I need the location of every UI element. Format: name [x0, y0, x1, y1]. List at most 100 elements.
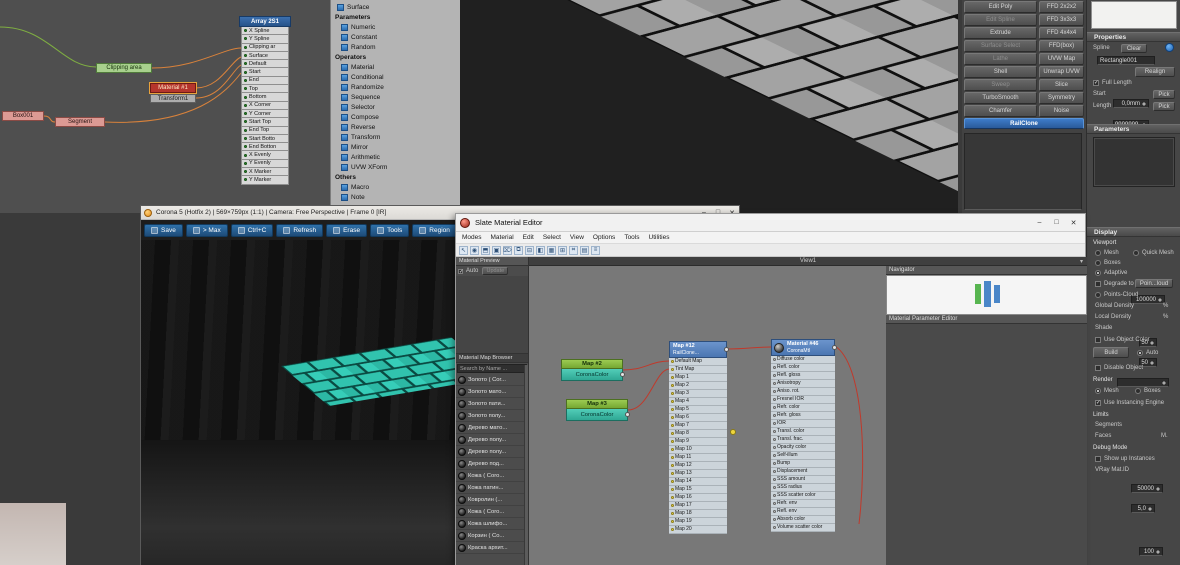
input-socket-icon[interactable] — [670, 439, 674, 443]
start-field[interactable]: 0,0mm — [1113, 99, 1149, 108]
slate-toolbar-icon[interactable]: ◧ — [536, 245, 545, 255]
map-slot[interactable]: Map 6 — [669, 413, 727, 422]
array-input-slot[interactable]: Y Corner — [241, 109, 289, 119]
palette-group-operators[interactable]: Operators — [331, 52, 460, 62]
corona-toolbar-button[interactable]: > Max — [185, 223, 228, 237]
map-slot[interactable]: Map 12 — [669, 461, 727, 470]
quick-mesh-radio[interactable]: Quick Mesh — [1133, 249, 1174, 257]
use-object-color-checkbox[interactable]: Use Object Color — [1095, 336, 1150, 344]
palette-item-surface[interactable]: Surface — [331, 2, 460, 12]
corona-toolbar-button[interactable]: Ctrl+C — [230, 223, 274, 237]
input-socket-icon[interactable] — [670, 431, 674, 435]
map-slot[interactable]: Map 14 — [669, 477, 727, 486]
material-list-item[interactable]: Корзин ( Co... — [456, 530, 528, 542]
slate-toolbar-icon[interactable]: ↖ — [459, 245, 468, 255]
socket-icon[interactable] — [244, 62, 247, 66]
map-slot[interactable]: Map 18 — [669, 509, 727, 518]
material-slot[interactable]: Refl. color — [771, 363, 835, 372]
vray-matid-field[interactable]: 100 — [1139, 547, 1163, 556]
spinner-icon[interactable] — [1155, 485, 1161, 492]
material-slot[interactable]: Aniso. rot. — [771, 387, 835, 396]
palette-item[interactable]: Mirror — [331, 142, 460, 152]
material-slot[interactable]: IOR — [771, 419, 835, 428]
map3-node-header[interactable]: Map #3 — [566, 399, 628, 409]
socket-icon[interactable] — [244, 37, 247, 41]
material-node[interactable]: Material #1 — [149, 82, 197, 94]
palette-item[interactable]: Transform — [331, 132, 460, 142]
palette-group-parameters[interactable]: Parameters — [331, 12, 460, 22]
rollout-listbox[interactable] — [1091, 1, 1177, 29]
input-socket-icon[interactable] — [772, 437, 776, 441]
modifier-button[interactable]: Noise — [1039, 105, 1084, 117]
segments-field[interactable]: 50000 — [1131, 484, 1163, 493]
material-list-item[interactable]: Дерево мато... — [456, 422, 528, 434]
slate-toolbar-icon[interactable]: ⬒ — [481, 245, 490, 255]
map-slot[interactable]: Map 9 — [669, 437, 727, 446]
socket-icon[interactable] — [244, 153, 247, 157]
socket-icon[interactable] — [244, 178, 247, 182]
input-socket-icon[interactable] — [670, 511, 674, 515]
palette-item[interactable]: Numeric — [331, 22, 460, 32]
browser-scrollbar[interactable] — [524, 365, 528, 565]
array-input-slot[interactable]: Y Marker — [241, 176, 289, 185]
box-node[interactable]: Box001 — [2, 111, 44, 121]
modifier-button[interactable]: Edit Poly — [964, 1, 1037, 13]
socket-icon[interactable] — [244, 128, 247, 132]
slate-titlebar[interactable]: Slate Material Editor – □ ✕ — [456, 214, 1085, 232]
railclone-node-header[interactable]: Map #12 RailClone... — [669, 341, 729, 358]
minimize-button[interactable]: – — [1031, 217, 1048, 228]
material-list-item[interactable]: Золото полу... — [456, 410, 528, 422]
spline-picker-icon[interactable] — [1165, 43, 1174, 52]
material-slot[interactable]: SSS radius — [771, 483, 835, 492]
slate-toolbar-icon[interactable]: ⊞ — [558, 245, 567, 255]
material-slot[interactable]: Refr. gloss — [771, 411, 835, 420]
input-socket-icon[interactable] — [670, 527, 674, 531]
socket-icon[interactable] — [244, 45, 247, 49]
palette-item[interactable]: Material — [331, 62, 460, 72]
material-list-item[interactable]: Дерево полу... — [456, 434, 528, 446]
modifier-button[interactable]: TurboSmooth — [964, 92, 1037, 104]
input-socket-icon[interactable] — [670, 415, 674, 419]
map-slot[interactable]: Map 2 — [669, 381, 727, 390]
palette-item[interactable]: Compose — [331, 112, 460, 122]
corona-toolbar-button[interactable]: Refresh — [276, 223, 324, 237]
input-socket-icon[interactable] — [670, 455, 674, 459]
material-parameter-editor-header[interactable]: Material Parameter Editor — [886, 315, 1087, 324]
spinner-icon[interactable] — [1155, 548, 1161, 555]
properties-rollout-header[interactable]: Properties — [1087, 32, 1180, 42]
socket-icon[interactable] — [244, 29, 247, 33]
navigator-header[interactable]: Navigator — [886, 266, 1087, 275]
degrade-target-button[interactable]: Poin...loud — [1135, 279, 1173, 288]
array-input-slot[interactable]: Start Top — [241, 118, 289, 127]
modifier-button[interactable]: Extrude — [964, 27, 1037, 39]
socket-icon[interactable] — [244, 170, 247, 174]
slate-toolbar-icon[interactable]: ▣ — [492, 245, 501, 255]
map-slot[interactable]: Map 17 — [669, 501, 727, 510]
clear-button[interactable]: Clear — [1121, 44, 1147, 53]
full-length-checkbox[interactable]: Full Length — [1093, 79, 1132, 87]
input-socket-icon[interactable] — [670, 399, 674, 403]
palette-item[interactable]: Note — [331, 192, 460, 202]
modifier-button[interactable]: FFD 4x4x4 — [1039, 27, 1084, 39]
socket-icon[interactable] — [244, 161, 247, 165]
spinner-icon[interactable] — [1147, 505, 1153, 512]
palette-item[interactable]: Random — [331, 42, 460, 52]
input-socket-icon[interactable] — [670, 519, 674, 523]
disable-object-checkbox[interactable]: Disable Object — [1095, 364, 1143, 372]
mesh-radio[interactable]: Mesh — [1095, 249, 1119, 257]
palette-item[interactable]: Randomize — [331, 82, 460, 92]
spinner-icon[interactable] — [1149, 339, 1155, 346]
socket-icon[interactable] — [244, 70, 247, 74]
map3-node[interactable]: Map #3 CoronaColor — [566, 399, 630, 421]
menu-item[interactable]: Options — [593, 234, 615, 241]
display-rollout-header[interactable]: Display — [1087, 227, 1180, 237]
output-socket-icon[interactable] — [625, 412, 630, 417]
array-input-slot[interactable]: End — [241, 76, 289, 86]
menu-item[interactable]: View — [570, 234, 584, 241]
output-socket-icon[interactable] — [620, 372, 625, 377]
modifier-button[interactable]: Sweep — [964, 79, 1037, 91]
array-input-slot[interactable]: Top — [241, 85, 289, 94]
socket-icon[interactable] — [244, 145, 247, 149]
output-socket-icon[interactable] — [724, 347, 729, 352]
material-node-header[interactable]: Material #46 CoronaMtl — [771, 339, 837, 356]
